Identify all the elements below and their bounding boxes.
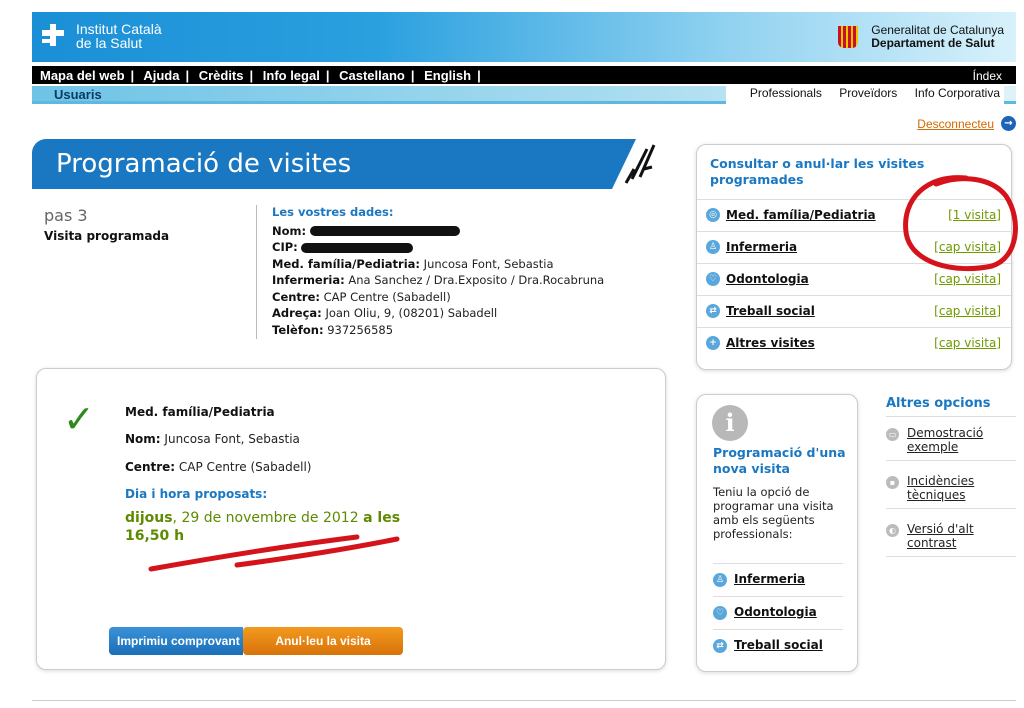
nav-link-ajuda[interactable]: Ajuda bbox=[143, 68, 179, 83]
chat-icon: ▪ bbox=[886, 476, 899, 489]
option-incidencies[interactable]: ▪ Incidències tècniques bbox=[886, 474, 1016, 509]
redacted-name bbox=[309, 226, 460, 236]
tv-icon: ▭ bbox=[886, 428, 899, 441]
proposed-label: Dia i hora proposats: bbox=[125, 487, 268, 501]
nurse-icon: ♙ bbox=[706, 240, 720, 254]
plus-icon: + bbox=[706, 336, 720, 350]
new-visit-treball-social[interactable]: ⇄ Treball social bbox=[713, 629, 843, 661]
visit-specialty: Med. família/Pediatria bbox=[125, 405, 275, 419]
red-circle-annotation bbox=[903, 175, 1018, 272]
sub-nav: Usuaris Professionals Proveïdors Info Co… bbox=[32, 84, 1016, 104]
visit-centre: CAP Centre (Sabadell) bbox=[178, 460, 312, 474]
ics-cross-logo-icon[interactable] bbox=[42, 24, 64, 46]
option-demo[interactable]: ▭ Demostració exemple bbox=[886, 426, 1016, 461]
patient-data-heading: Les vostres dades: bbox=[272, 205, 394, 219]
subnav-right-links: Professionals Proveïdors Info Corporativ… bbox=[725, 84, 1004, 104]
nav-link-credits[interactable]: Crèdits bbox=[199, 68, 244, 83]
new-visit-infermeria[interactable]: ♙ Infermeria bbox=[713, 563, 843, 595]
subnav-link-proveidors[interactable]: Proveïdors bbox=[839, 86, 897, 100]
stethoscope-icon: ◎ bbox=[706, 208, 720, 222]
step-label: Visita programada bbox=[44, 229, 170, 243]
banner-scribble-decoration bbox=[612, 139, 672, 189]
checkmark-icon: ✓ bbox=[63, 397, 95, 441]
visit-confirmation-card: ✓ Med. família/Pediatria Nom: Juncosa Fo… bbox=[36, 368, 666, 670]
visit-doctor: Juncosa Font, Sebastia bbox=[164, 432, 300, 446]
handshake-icon: ⇄ bbox=[706, 304, 720, 318]
info-icon: i bbox=[712, 405, 748, 441]
page-title-banner: Programació de visites bbox=[32, 139, 672, 189]
nav-link-english[interactable]: English bbox=[424, 68, 471, 83]
new-visit-panel: i Programació d'una nova visita Teniu la… bbox=[696, 394, 858, 672]
divider bbox=[256, 205, 257, 339]
logout-arrow-icon[interactable]: → bbox=[1001, 116, 1016, 131]
other-options-title: Altres opcions bbox=[886, 396, 991, 411]
tooth-icon: ♡ bbox=[706, 272, 720, 286]
print-receipt-button[interactable]: Imprimiu comprovant bbox=[109, 627, 243, 655]
ics-org-name[interactable]: Institut Català de la Salut bbox=[76, 22, 162, 50]
step-number: pas 3 bbox=[44, 206, 88, 225]
page-title: Programació de visites bbox=[56, 149, 352, 179]
handshake-icon: ⇄ bbox=[713, 639, 727, 653]
logout-link[interactable]: Desconnecteu bbox=[917, 117, 994, 131]
footer-divider bbox=[32, 700, 1016, 701]
new-visit-odontologia[interactable]: ♡ Odontologia bbox=[713, 596, 843, 628]
subnav-usuaris-tab[interactable]: Usuaris bbox=[54, 87, 102, 102]
patient-data: Les vostres dades: Nom: CIP: Med. famíli… bbox=[272, 205, 605, 337]
consult-row-treball-social[interactable]: ⇄ Treball social [cap visita] bbox=[697, 295, 1013, 327]
cancel-visit-button[interactable]: Anul·leu la visita bbox=[243, 627, 403, 655]
option-alt-contrast[interactable]: ◐ Versió d'alt contrast bbox=[886, 522, 1016, 557]
subnav-link-professionals[interactable]: Professionals bbox=[750, 86, 822, 100]
nav-link-index[interactable]: Índex bbox=[973, 69, 1002, 83]
subnav-link-info-corporativa[interactable]: Info Corporativa bbox=[915, 86, 1000, 100]
step-indicator: pas 3 Visita programada bbox=[44, 206, 169, 243]
nurse-icon: ♙ bbox=[713, 573, 727, 587]
top-nav: Mapa del web | Ajuda | Crèdits | Info legal… bbox=[32, 66, 1016, 84]
new-visit-description: Teniu la opció de programar una visita a… bbox=[713, 485, 834, 541]
header-brand-bar: Institut Català de la Salut Generalitat … bbox=[32, 12, 1016, 62]
tooth-icon: ♡ bbox=[713, 606, 727, 620]
generalitat-flag-icon bbox=[838, 26, 858, 48]
generalitat-name[interactable]: Generalitat de Catalunya Departament de … bbox=[871, 24, 1004, 50]
new-visit-title: Programació d'una nova visita bbox=[713, 445, 846, 476]
red-underline-annotation bbox=[148, 534, 400, 572]
consult-row-altres[interactable]: + Altres visites [cap visita] bbox=[697, 327, 1013, 359]
nav-link-castellano[interactable]: Castellano bbox=[339, 68, 405, 83]
nav-link-info-legal[interactable]: Info legal bbox=[263, 68, 320, 83]
nav-link-mapa[interactable]: Mapa del web bbox=[40, 68, 125, 83]
contrast-icon: ◐ bbox=[886, 524, 899, 537]
redacted-cip bbox=[301, 242, 414, 253]
